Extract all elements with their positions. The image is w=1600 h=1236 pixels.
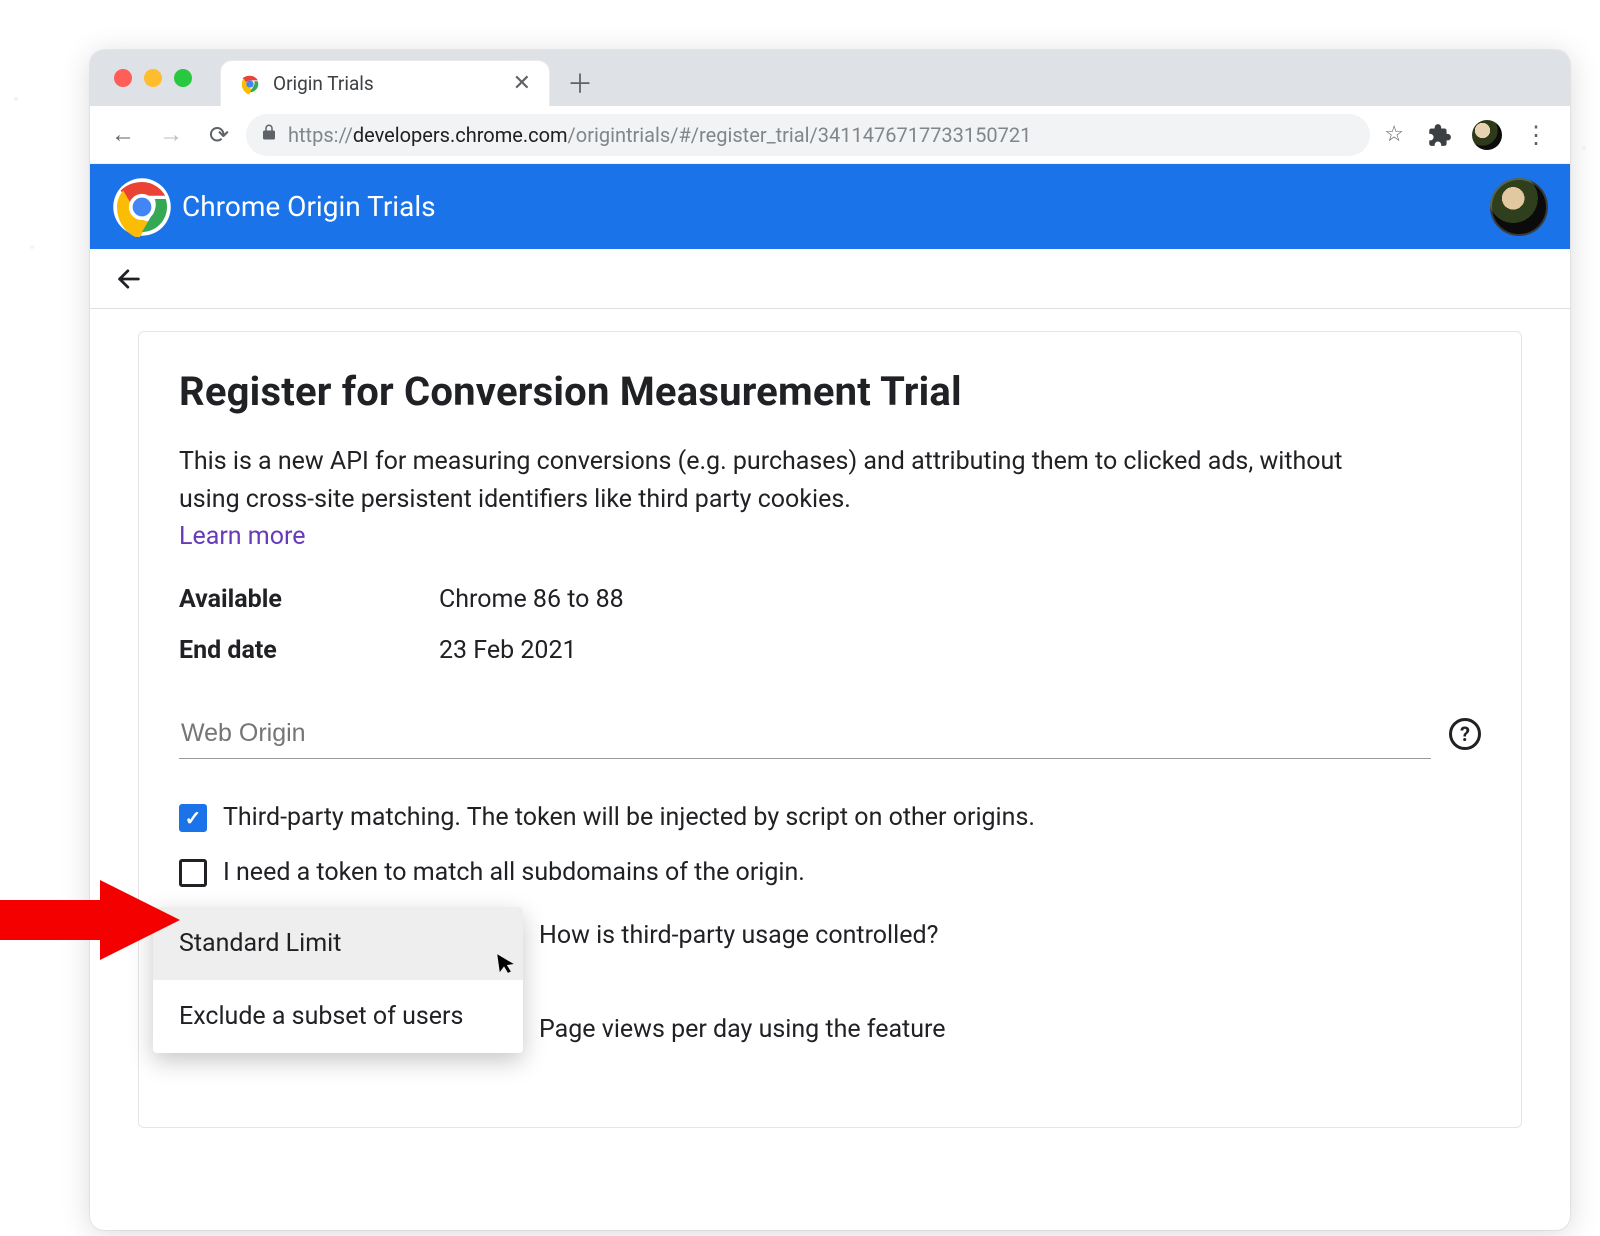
brand: Chrome Origin Trials	[112, 177, 436, 237]
checkbox-group: Third-party matching. The token will be …	[179, 803, 1481, 887]
subdomains-checkbox[interactable]	[179, 859, 207, 887]
browser-tab[interactable]: Origin Trials ✕	[220, 60, 550, 106]
page-description: This is a new API for measuring conversi…	[179, 443, 1379, 518]
usage-limit-dropdown[interactable]: Standard Limit Exclude a subset of users	[153, 907, 523, 1053]
learn-more-link[interactable]: Learn more	[179, 522, 305, 551]
help-icon[interactable]: ?	[1449, 718, 1481, 750]
nav-back-button[interactable]: ←	[102, 114, 144, 156]
third-party-checkbox-row[interactable]: Third-party matching. The token will be …	[179, 803, 1481, 832]
end-date-label: End date	[179, 636, 439, 665]
mouse-cursor-icon	[495, 950, 519, 982]
registration-card: Register for Conversion Measurement Tria…	[138, 331, 1522, 1128]
window-minimize-dot[interactable]	[144, 69, 162, 87]
window-close-dot[interactable]	[114, 69, 132, 87]
window-zoom-dot[interactable]	[174, 69, 192, 87]
page-views-label: Page views per day using the feature	[539, 1015, 946, 1044]
usage-control-area: How is third-party usage controlled? Pag…	[179, 927, 1481, 1127]
chrome-favicon-icon	[239, 73, 261, 95]
third-party-label: Third-party matching. The token will be …	[223, 803, 1035, 832]
tab-strip: Origin Trials ✕ ＋	[90, 50, 1570, 106]
browser-toolbar: ← → ⟳ https://developers.chrome.com/orig…	[90, 106, 1570, 164]
subdomains-label: I need a token to match all subdomains o…	[223, 858, 805, 887]
bookmark-star-icon[interactable]: ☆	[1376, 122, 1412, 147]
tab-close-icon[interactable]: ✕	[513, 73, 531, 95]
profile-avatar-small[interactable]	[1472, 120, 1502, 150]
page-back-button[interactable]	[108, 258, 150, 300]
third-party-checkbox[interactable]	[179, 804, 207, 832]
profile-avatar-large[interactable]	[1490, 178, 1548, 236]
new-tab-button[interactable]: ＋	[560, 62, 600, 102]
chrome-logo-icon	[112, 177, 172, 237]
address-bar[interactable]: https://developers.chrome.com/origintria…	[246, 114, 1370, 156]
available-value: Chrome 86 to 88	[439, 585, 1481, 614]
url-text: https://developers.chrome.com/origintria…	[288, 123, 1031, 147]
chrome-menu-icon[interactable]: ⋮	[1514, 121, 1558, 149]
tab-title: Origin Trials	[273, 72, 501, 95]
subdomains-checkbox-row[interactable]: I need a token to match all subdomains o…	[179, 858, 1481, 887]
page-title: Register for Conversion Measurement Tria…	[179, 368, 1481, 415]
browser-window: Origin Trials ✕ ＋ ← → ⟳ https://develope…	[90, 50, 1570, 1230]
web-origin-input[interactable]	[179, 709, 1431, 759]
lock-icon	[260, 123, 278, 146]
content-area: Register for Conversion Measurement Tria…	[90, 309, 1570, 1150]
usage-question: How is third-party usage controlled?	[539, 921, 938, 950]
callout-arrow	[0, 880, 180, 960]
nav-reload-button[interactable]: ⟳	[198, 114, 240, 156]
available-label: Available	[179, 585, 439, 614]
dropdown-option-exclude[interactable]: Exclude a subset of users	[153, 980, 523, 1053]
web-origin-row: ?	[179, 709, 1481, 759]
window-controls	[106, 50, 220, 106]
info-grid: Available Chrome 86 to 88 End date 23 Fe…	[179, 585, 1481, 665]
dropdown-option-standard[interactable]: Standard Limit	[153, 907, 523, 980]
end-date-value: 23 Feb 2021	[439, 636, 1481, 665]
app-header: Chrome Origin Trials	[90, 164, 1570, 249]
nav-forward-button[interactable]: →	[150, 114, 192, 156]
sub-nav	[90, 249, 1570, 309]
extensions-icon[interactable]	[1426, 122, 1452, 148]
app-title: Chrome Origin Trials	[182, 190, 436, 223]
